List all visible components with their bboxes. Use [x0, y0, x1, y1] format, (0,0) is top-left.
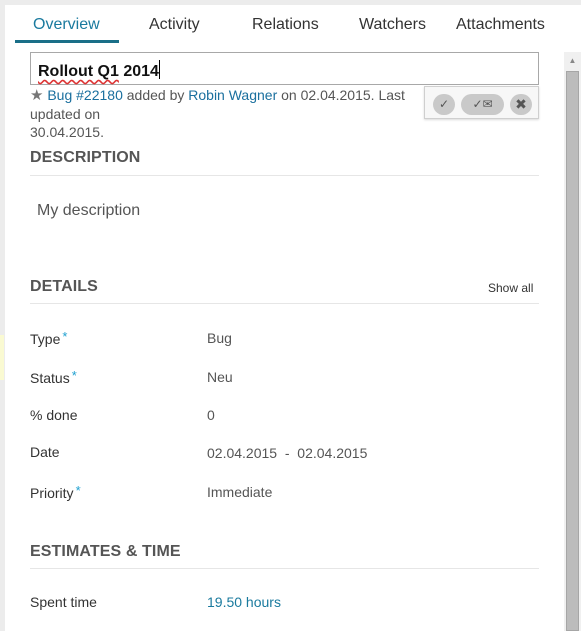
- description-divider: [30, 175, 539, 176]
- field-label-priority: Priority *: [30, 483, 81, 501]
- text-caret: [158, 60, 160, 79]
- scroll-up-arrow-icon[interactable]: ▲: [564, 52, 581, 69]
- checkmark-icon: ✓: [438, 97, 450, 111]
- description-text[interactable]: My description: [37, 202, 140, 220]
- inline-edit-actions: ✓ ✓✉ ✖: [424, 86, 539, 119]
- label-text: Status: [30, 370, 70, 386]
- updated-date: 30.04.2015.: [30, 124, 104, 140]
- estimates-heading: ESTIMATES & TIME: [30, 543, 181, 560]
- author-link[interactable]: Robin Wagner: [188, 87, 277, 103]
- tab-attachments[interactable]: Attachments: [456, 16, 545, 34]
- required-marker: *: [71, 368, 77, 383]
- tab-relations[interactable]: Relations: [252, 16, 319, 34]
- field-value-percent-done[interactable]: 0: [207, 407, 215, 423]
- label-text: Priority: [30, 485, 74, 501]
- required-marker: *: [75, 483, 81, 498]
- work-package-meta: ★ Bug #22180 added by Robin Wagner on 02…: [30, 86, 430, 141]
- description-heading: DESCRIPTION: [30, 149, 141, 166]
- field-value-date[interactable]: 02.04.2015 - 02.04.2015: [207, 445, 367, 461]
- field-value-type[interactable]: Bug: [207, 330, 232, 346]
- tab-activity[interactable]: Activity: [149, 16, 200, 34]
- label-text: Type: [30, 331, 61, 347]
- required-marker: *: [62, 329, 68, 344]
- scrollbar-thumb[interactable]: [566, 71, 579, 631]
- label-text: % done: [30, 407, 78, 423]
- subject-input[interactable]: Rollout Q1 2014: [30, 52, 539, 85]
- subject-text-misspelled: Rollout Q1: [38, 63, 119, 80]
- field-value-priority[interactable]: Immediate: [207, 484, 272, 500]
- field-value-spent-time[interactable]: 19.50 hours: [207, 594, 281, 610]
- tab-watchers[interactable]: Watchers: [359, 16, 426, 34]
- checkmark-envelope-icon: ✓✉: [472, 97, 493, 111]
- field-label-percent-done: % done: [30, 407, 77, 423]
- tab-bar: Overview Activity Relations Watchers Att…: [15, 8, 555, 44]
- field-label-date: Date: [30, 444, 60, 460]
- subject-text: 2014: [118, 63, 159, 80]
- added-by-text: added by: [122, 87, 189, 103]
- cancel-button[interactable]: ✖: [510, 94, 532, 115]
- save-and-notify-button[interactable]: ✓✉: [461, 94, 504, 115]
- label-text: Date: [30, 444, 60, 460]
- active-tab-indicator: [15, 40, 119, 43]
- field-label-status: Status *: [30, 368, 77, 386]
- field-value-status[interactable]: Neu: [207, 369, 233, 385]
- estimates-divider: [30, 568, 539, 569]
- field-label-spent-time: Spent time: [30, 594, 97, 610]
- details-heading: DETAILS: [30, 278, 98, 295]
- vertical-scrollbar[interactable]: ▲: [564, 52, 581, 631]
- work-package-link[interactable]: Bug #22180: [47, 87, 123, 103]
- details-divider: [30, 303, 539, 304]
- save-button[interactable]: ✓: [433, 94, 455, 115]
- close-icon: ✖: [515, 96, 527, 112]
- show-all-link[interactable]: Show all: [488, 281, 533, 295]
- left-row-highlight: [0, 335, 4, 380]
- star-icon: ★: [30, 87, 44, 104]
- tab-overview[interactable]: Overview: [33, 16, 100, 34]
- field-label-type: Type *: [30, 329, 67, 347]
